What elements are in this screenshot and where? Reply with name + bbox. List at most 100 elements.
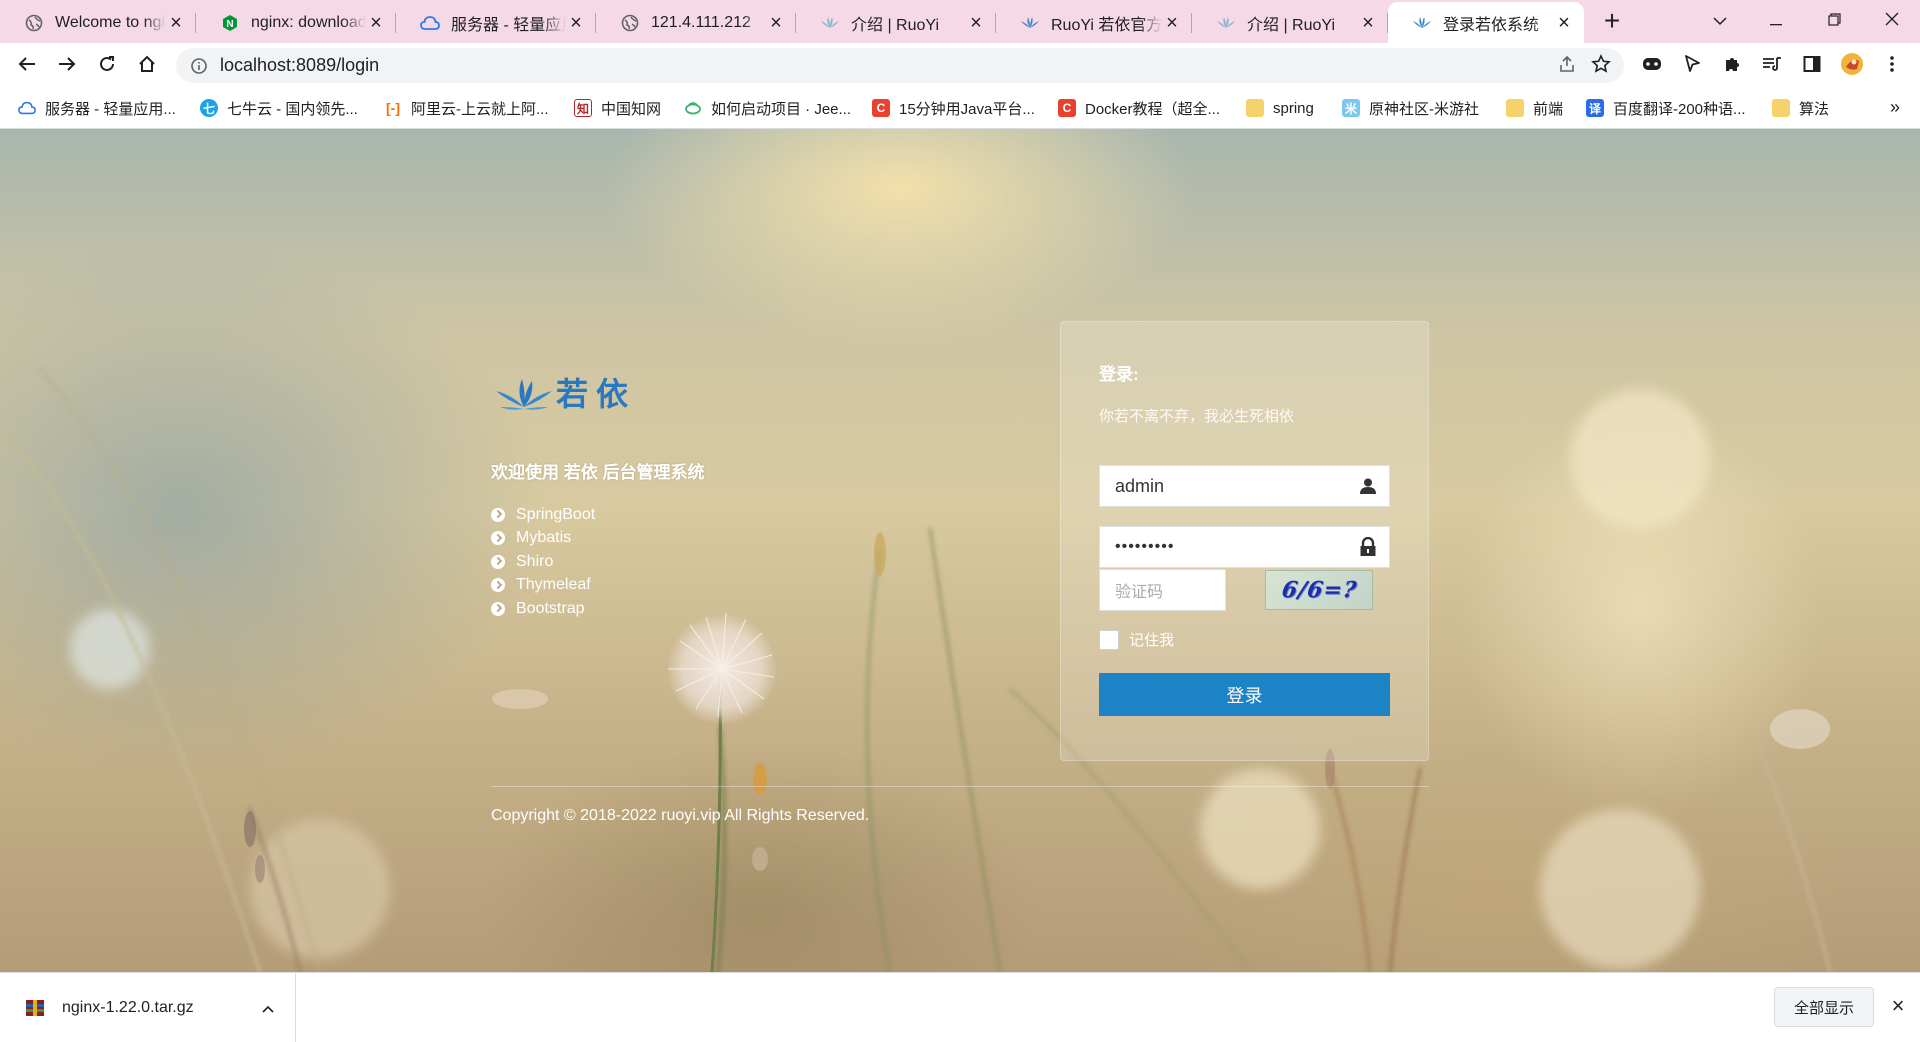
close-icon[interactable]: × [566,13,586,33]
tab-nginx-download[interactable]: N nginx: download × [196,4,396,41]
download-options-button[interactable] [253,1000,283,1016]
tab-title: RuoYi 若依官方网站 [1051,16,1162,34]
login-form: 登录: 你若不离不弃，我必生死相依 admin ••••••••• 验证码 6/… [1060,321,1429,761]
tab-ruoyi-intro-2[interactable]: 介绍 | RuoYi × [1192,4,1388,41]
baidu-translate-icon: 译 [1586,99,1604,117]
tab-ruoyi-intro[interactable]: 介绍 | RuoYi × [796,4,996,41]
bookmark-label: spring [1273,99,1314,117]
tab-ip-address[interactable]: 121.4.111.212 × [596,4,796,41]
tab-search-button[interactable] [1692,0,1748,40]
extension-game-button[interactable] [1637,50,1667,80]
show-all-downloads-button[interactable]: 全部显示 [1774,987,1874,1027]
tab-ruoyi-official[interactable]: RuoYi 若依官方网站 × [996,4,1192,41]
reload-button[interactable] [92,50,122,80]
footer-divider [491,786,1429,787]
ruoyi-icon [820,13,840,33]
close-icon[interactable]: × [1358,13,1378,33]
puzzle-icon [1723,55,1741,76]
bookmark-item[interactable]: 如何启动项目 · Jee... [684,95,851,121]
reading-list-button[interactable] [1757,50,1787,80]
url-text[interactable]: localhost:8089/login [220,55,1550,76]
bookmark-label: 算法 [1799,100,1830,118]
bookmarks-overflow-button[interactable]: » [1890,97,1900,118]
ruoyi-icon [1216,13,1236,33]
bookmark-item[interactable]: [-] 阿里云-上云就上阿... [384,95,549,121]
side-panel-button[interactable] [1797,50,1827,80]
cloud-icon [420,13,440,33]
close-icon [1885,10,1899,31]
bookmark-folder[interactable]: 算法 [1772,95,1829,121]
forward-button[interactable] [52,50,82,80]
tab-title: 介绍 | RuoYi [851,16,940,34]
close-icon[interactable]: × [366,13,386,33]
home-button[interactable] [132,50,162,80]
captcha-input[interactable]: 验证码 [1099,569,1226,611]
close-icon[interactable]: × [166,13,186,33]
close-window-button[interactable] [1864,0,1920,40]
cursor-icon [1684,54,1700,76]
folder-icon [1506,99,1524,117]
lock-icon [1347,527,1389,567]
password-value[interactable]: ••••••••• [1100,538,1347,556]
minimize-button[interactable] [1748,0,1804,40]
captcha-image[interactable]: 6/6=? [1265,570,1373,610]
bookmark-folder[interactable]: spring [1246,95,1314,121]
bookmark-item[interactable]: C 15分钟用Java平台... [872,95,1035,121]
reload-icon [98,55,116,76]
remember-checkbox[interactable] [1099,629,1119,650]
info-icon[interactable] [190,57,208,75]
folder-icon [1246,99,1264,117]
miyoushe-icon: 米 [1342,99,1360,117]
close-icon[interactable]: × [1162,13,1182,33]
remember-me[interactable]: 记住我 [1099,629,1174,650]
welcome-heading: 欢迎使用 若依 后台管理系统 [491,463,705,482]
bookmark-label: 阿里云-上云就上阿... [411,100,549,118]
bookmark-item[interactable]: C Docker教程（超全... [1058,95,1220,121]
tab-welcome-nginx[interactable]: Welcome to nginx! × [0,4,196,41]
browser-menu-button[interactable] [1877,50,1907,80]
login-button[interactable]: 登录 [1099,673,1390,716]
share-button[interactable] [1550,49,1584,83]
playlist-icon [1762,56,1782,75]
side-panel-icon [1803,55,1821,76]
close-icon[interactable]: × [1554,13,1574,33]
tab-server-console[interactable]: 服务器 - 轻量应用服务器 × [396,4,596,41]
feature-item: Bootstrap [491,597,595,621]
more-vertical-icon [1889,55,1895,76]
tab-ruoyi-login[interactable]: 登录若依系统 × [1388,2,1584,43]
jeecg-icon [684,99,702,117]
check-circle-icon [491,601,505,616]
address-bar[interactable]: localhost:8089/login [176,48,1624,83]
ruoyi-logo: 若依 [494,369,644,429]
download-item[interactable]: nginx-1.22.0.tar.gz [0,973,296,1042]
profile-avatar[interactable] [1837,50,1867,80]
feature-item: Mybatis [491,527,595,551]
nginx-icon: N [220,13,240,33]
bookmark-item[interactable]: 知中国知网 [574,95,661,121]
bookmark-label: 前端 [1533,100,1564,118]
bookmark-folder[interactable]: 前端 [1506,95,1563,121]
back-button[interactable] [12,50,42,80]
extension-cursor-button[interactable] [1677,50,1707,80]
username-field[interactable]: admin [1099,465,1390,507]
close-icon[interactable]: × [766,13,786,33]
bookmark-item[interactable]: 七七牛云 - 国内领先... [200,95,358,121]
tab-title: nginx: download [251,13,366,31]
remember-label: 记住我 [1129,632,1175,649]
avatar-icon [1840,52,1864,79]
copyright-text: Copyright © 2018-2022 ruoyi.vip All Righ… [491,807,870,824]
restore-button[interactable] [1806,0,1862,40]
close-download-bar-button[interactable]: × [1886,995,1910,1019]
extensions-button[interactable] [1717,50,1747,80]
globe-icon [620,13,640,33]
bookmark-item[interactable]: 服务器 - 轻量应用... [18,95,176,121]
bookmark-star-button[interactable] [1584,49,1618,83]
close-icon[interactable]: × [966,13,986,33]
browser-toolbar: localhost:8089/login [0,43,1920,87]
bookmark-item[interactable]: 译百度翻译-200种语... [1586,95,1746,121]
username-value[interactable]: admin [1100,476,1347,497]
chevron-up-icon [262,1000,274,1016]
password-field[interactable]: ••••••••• [1099,526,1390,568]
bookmark-item[interactable]: 米原神社区-米游社 [1342,95,1479,121]
new-tab-button[interactable]: + [1598,7,1626,36]
